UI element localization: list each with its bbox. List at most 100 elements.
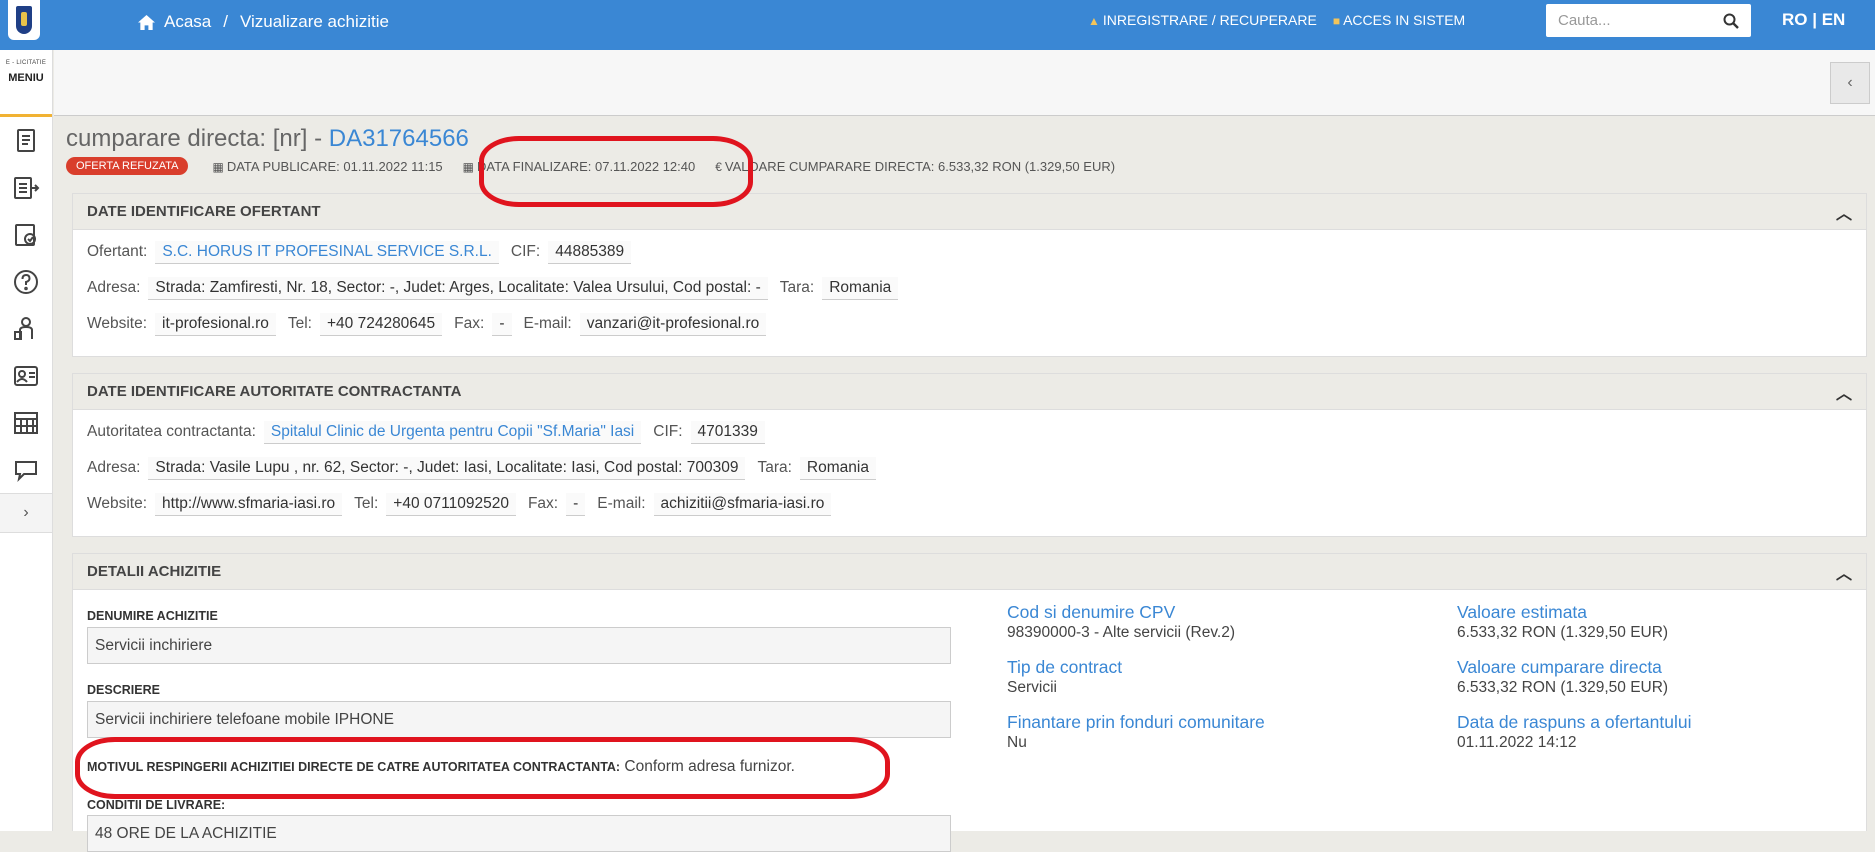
publish-date: ▦ DATA PUBLICARE: 01.11.2022 11:15 [212, 159, 442, 174]
authority-fax: - [566, 492, 586, 516]
procurement-code: DA31764566 [328, 125, 469, 152]
left-sidebar: E - LICITATIE MENIU › [0, 50, 53, 831]
response-date-label: Data de raspuns a ofertantului [1457, 712, 1692, 732]
response-date-value: 01.11.2022 14:12 [1457, 734, 1577, 751]
bidder-fax-label: Fax: [454, 315, 485, 332]
bidder-country: Romania [822, 276, 899, 300]
bidder-row-2: Adresa: Strada: Zamfiresti, Nr. 18, Sect… [73, 270, 1866, 306]
authority-fax-label: Fax: [527, 495, 559, 512]
calendar-icon: ▦ [212, 159, 224, 174]
cpv-value: 98390000-3 - Alte servicii (Rev.2) [1007, 624, 1236, 641]
breadcrumb: Acasa / Vizualizare achizitie [137, 12, 389, 32]
search-icon[interactable] [1723, 13, 1739, 29]
list-arrow-icon[interactable] [0, 164, 52, 211]
bidder-website-label: Website: [87, 315, 148, 332]
menu-header[interactable]: E - LICITATIE MENIU [0, 50, 52, 117]
authority-row-2: Adresa: Strada: Vasile Lupu , nr. 62, Se… [73, 450, 1866, 486]
login-link-label: ACCES IN SISTEM [1343, 12, 1466, 28]
calendar-grid-icon[interactable] [0, 399, 52, 446]
details-heading: DETALII ACHIZITIE [87, 563, 222, 580]
status-badge: OFERTA REFUZATA [66, 157, 189, 175]
purchase-name-label: DENUMIRE ACHIZITIE [87, 609, 218, 623]
bidder-address-label: Adresa: [87, 279, 141, 296]
direct-purchase-value: 6.533,32 RON (1.329,50 EUR) [1457, 679, 1669, 696]
bidder-heading: DATE IDENTIFICARE OFERTANT [87, 203, 321, 220]
search-input[interactable]: Cauta... [1558, 12, 1723, 29]
lock-icon: ■ [1332, 14, 1341, 28]
purchase-name-field: Servicii inchiriere [87, 627, 951, 664]
cpv-label: Cod si denumire CPV [1007, 602, 1176, 622]
bidder-name-link[interactable]: S.C. HORUS IT PROFESINAL SERVICE S.R.L. [155, 240, 499, 264]
contract-type-value: Servicii [1007, 679, 1057, 696]
breadcrumb-separator: / [223, 12, 228, 31]
authority-name-link[interactable]: Spitalul Clinic de Urgenta pentru Copii … [263, 420, 642, 444]
bidder-panel-header[interactable]: DATE IDENTIFICARE OFERTANT ︿ [73, 194, 1866, 230]
delivery-label: CONDITII DE LIVRARE: [87, 798, 226, 812]
login-link[interactable]: ■ ACCES IN SISTEM [1333, 12, 1465, 28]
page-title: cumparare directa: [nr] - DA31764566 [66, 125, 469, 153]
highlight-rejection-reason [75, 737, 890, 799]
bidder-tel: +40 724280645 [319, 312, 443, 336]
top-bar: Acasa / Vizualizare achizitie ▲ INREGISTR… [0, 0, 1875, 50]
chat-icon[interactable] [0, 446, 52, 493]
breadcrumb-current: Vizualizare achizitie [239, 12, 389, 31]
direct-value-label: Valoare cumparare directa [1457, 657, 1662, 677]
authority-row-1: Autoritatea contractanta: Spitalul Clini… [73, 414, 1866, 450]
chevron-up-icon[interactable]: ︿ [1836, 380, 1852, 404]
contract-type-label: Tip de contract [1007, 657, 1123, 677]
authority-email: achizitii@sfmaria-iasi.ro [653, 492, 832, 516]
document-icon[interactable] [0, 117, 52, 164]
direct-value-text: VALOARE CUMPARARE DIRECTA: 6.533,32 RON … [724, 158, 1116, 174]
authority-panel-header[interactable]: DATE IDENTIFICARE AUTORITATE CONTRACTANT… [73, 374, 1866, 410]
chevron-up-icon[interactable]: ︿ [1836, 200, 1852, 224]
authority-panel: DATE IDENTIFICARE AUTORITATE CONTRACTANT… [72, 373, 1867, 537]
bidder-email: vanzari@it-profesional.ro [579, 312, 767, 336]
estimated-value: 6.533,32 RON (1.329,50 EUR) [1457, 624, 1669, 641]
description-field: Servicii inchiriere telefoane mobile IPH… [87, 701, 951, 738]
authority-address: Strada: Vasile Lupu , nr. 62, Sector: -,… [148, 456, 746, 480]
estimated-value-label: Valoare estimata [1457, 602, 1588, 622]
direct-value: € VALOARE CUMPARARE DIRECTA: 6.533,32 RON… [715, 159, 1115, 174]
home-icon[interactable] [137, 14, 156, 31]
authority-country-label: Tara: [757, 459, 792, 476]
authority-address-label: Adresa: [87, 459, 141, 476]
eu-funds-value: Nu [1007, 734, 1027, 751]
delivery-field: 48 ORE DE LA ACHIZITIE [87, 815, 951, 852]
search-box[interactable]: Cauta... [1546, 4, 1751, 37]
brand-small: E - LICITATIE [5, 60, 47, 66]
authority-tel: +40 0711092520 [386, 492, 516, 516]
title-prefix: cumparare directa: [nr] - [66, 125, 323, 152]
bidder-cif: 44885389 [548, 240, 632, 264]
language-switch[interactable]: RO | EN [1782, 10, 1845, 30]
menu-label: MENIU [8, 72, 44, 84]
register-link[interactable]: ▲ INREGISTRARE / RECUPERARE [1088, 12, 1317, 28]
authority-cif: 4701339 [690, 420, 765, 444]
publish-date-text: DATA PUBLICARE: 01.11.2022 11:15 [226, 158, 443, 174]
highlight-final-date [479, 136, 753, 207]
bidder-panel: DATE IDENTIFICARE OFERTANT ︿ Ofertant: S… [72, 193, 1867, 357]
collapse-button[interactable]: ‹ [1830, 62, 1870, 104]
authority-heading: DATE IDENTIFICARE AUTORITATE CONTRACTANT… [87, 383, 462, 400]
chevron-up-icon[interactable]: ︿ [1836, 560, 1852, 584]
sub-header: ‹ [54, 50, 1875, 116]
bidder-address: Strada: Zamfiresti, Nr. 18, Sector: -, J… [148, 276, 768, 300]
id-card-icon[interactable] [0, 352, 52, 399]
authority-name-label: Autoritatea contractanta: [87, 423, 256, 440]
help-icon[interactable] [0, 258, 52, 305]
checklist-icon[interactable] [0, 211, 52, 258]
breadcrumb-home[interactable]: Acasa [164, 12, 211, 32]
bidder-name-label: Ofertant: [87, 243, 148, 260]
details-panel-header[interactable]: DETALII ACHIZITIE ︿ [73, 554, 1866, 590]
site-logo[interactable] [8, 0, 40, 40]
authority-email-label: E-mail: [597, 495, 646, 512]
authority-cif-label: CIF: [653, 423, 683, 440]
authority-website: http://www.sfmaria-iasi.ro [155, 492, 343, 516]
bidder-tel-label: Tel: [287, 315, 312, 332]
bidder-country-label: Tara: [779, 279, 815, 296]
expand-sidebar-button[interactable]: › [0, 493, 52, 533]
person-icon[interactable] [0, 305, 52, 352]
bidder-website: it-profesional.ro [155, 312, 276, 336]
authority-country: Romania [799, 456, 876, 480]
bidder-row-3: Website: it-profesional.ro Tel: +40 7242… [73, 306, 1866, 342]
bidder-fax: - [492, 312, 512, 336]
